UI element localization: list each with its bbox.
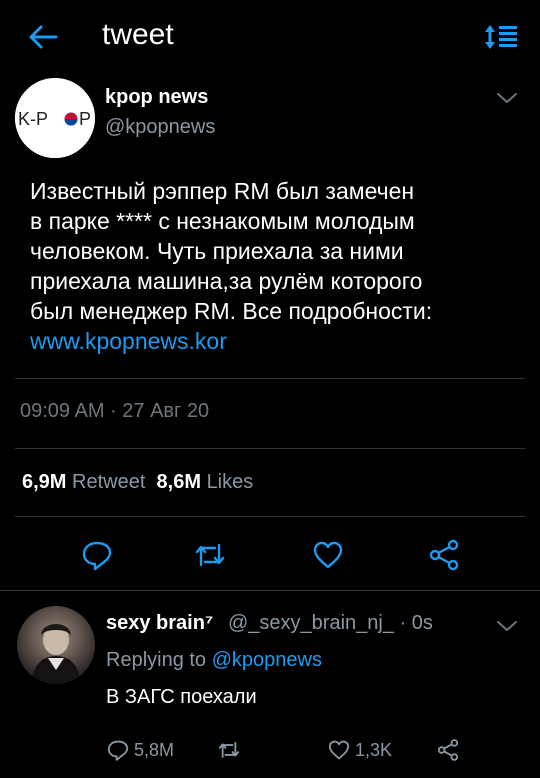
retweet-button[interactable] <box>193 538 227 572</box>
retweet-count[interactable]: 6,9M <box>22 471 66 493</box>
tweet-text: Известный рэппер RM был замечен в парке … <box>30 176 520 356</box>
divider <box>15 448 525 449</box>
reply-more-button[interactable] <box>494 616 520 636</box>
reply-author-name[interactable]: sexy brain⁷ <box>106 612 213 635</box>
sort-icon <box>485 25 517 49</box>
reply-icon <box>82 541 112 571</box>
reply-avatar-photo <box>31 624 81 684</box>
author-name[interactable]: kpop news <box>105 86 208 109</box>
reply-actions: 5,8M 1,3K <box>0 735 540 765</box>
top-bar: tweet <box>0 0 540 76</box>
tweet-text-line: в парке **** с незнакомым молодым <box>30 208 415 234</box>
reply-author-handle[interactable]: @_sexy_brain_nj_ · 0s <box>228 612 433 635</box>
reply-share-button[interactable] <box>436 735 464 765</box>
tweet-text-line: Известный рэппер RM был замечен <box>30 178 415 204</box>
svg-text:P: P <box>79 109 91 129</box>
reply-reply-button[interactable]: 5,8M <box>106 735 174 765</box>
replying-to: Replying to @kpopnews <box>106 649 322 672</box>
share-icon <box>429 539 459 571</box>
likes-count[interactable]: 8,6M <box>157 471 201 493</box>
retweet-icon <box>218 742 240 758</box>
retweet-icon <box>195 543 225 567</box>
avatar[interactable]: K-P P <box>15 78 95 158</box>
reply-button[interactable] <box>80 538 114 572</box>
likes-label[interactable]: Likes <box>207 471 254 493</box>
tweet-text-line: человеком. Чуть приехала за ними <box>30 238 404 264</box>
page-title: tweet <box>102 18 174 51</box>
back-arrow-icon <box>29 25 58 49</box>
tweet-text-line: приехала машина,за рулём которого <box>30 268 423 294</box>
divider <box>15 378 525 379</box>
divider <box>0 590 540 591</box>
reply-text: В ЗАГС поехали <box>106 686 257 708</box>
reply-icon <box>107 740 129 761</box>
tweet-actions <box>0 530 540 580</box>
like-icon <box>313 541 343 569</box>
reply-retweet-button[interactable] <box>216 735 246 765</box>
more-options-button[interactable] <box>494 88 520 108</box>
author-handle[interactable]: @kpopnews <box>105 116 215 139</box>
like-icon <box>328 740 350 760</box>
tweet-link[interactable]: www.kpopnews.kor <box>30 326 520 356</box>
kpop-logo: K-P P <box>15 78 95 158</box>
chevron-down-icon <box>497 93 517 103</box>
reply-like-button[interactable]: 1,3K <box>327 735 392 765</box>
divider <box>15 516 525 517</box>
sort-button[interactable] <box>484 22 520 52</box>
retweet-label[interactable]: Retweet <box>72 471 145 493</box>
like-button[interactable] <box>311 538 345 572</box>
tweet-stats: 6,9M Retweet 8,6M Likes <box>22 471 253 494</box>
svg-text:K-P: K-P <box>18 109 48 129</box>
reply-avatar[interactable] <box>17 606 95 684</box>
chevron-down-icon <box>497 621 517 631</box>
share-icon <box>437 739 459 761</box>
reply-like-count: 1,3K <box>355 739 393 760</box>
reply-tweet[interactable]: sexy brain⁷ @_sexy_brain_nj_ · 0s Replyi… <box>0 600 540 778</box>
share-button[interactable] <box>427 538 461 572</box>
replying-prefix: Replying to <box>106 649 207 671</box>
replying-mention[interactable]: @kpopnews <box>212 649 322 671</box>
tweet-text-line: был менеджер RM. Все подробности: <box>30 298 433 324</box>
back-button[interactable] <box>26 22 60 52</box>
tweet-author: K-P P kpop news @kpopnews <box>0 78 540 162</box>
tweet-timestamp: 09:09 AM · 27 Авг 20 <box>20 400 210 422</box>
reply-reply-count: 5,8M <box>134 739 175 760</box>
